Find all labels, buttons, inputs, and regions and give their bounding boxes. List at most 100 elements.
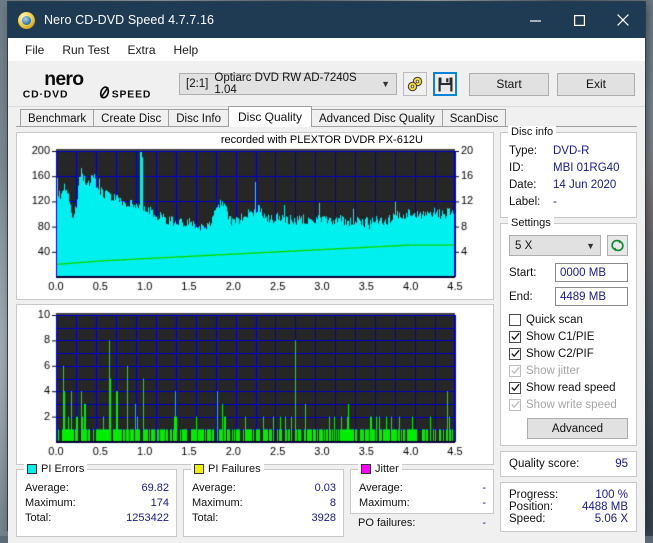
stat-label: Average: [25, 482, 69, 494]
pi-errors-swatch [27, 464, 37, 474]
speed-value: 5.06 X [594, 513, 628, 525]
checkbox-box [509, 347, 521, 360]
statistics-row: PI Errors Average: 69.82 Maximum: 174 Tota… [16, 463, 494, 537]
tab-strip: Benchmark Create Disc Disc Info Disc Qua… [8, 106, 645, 127]
chevron-down-icon: ▼ [381, 79, 390, 89]
start-input[interactable]: 0000 MB [555, 263, 628, 282]
pi-failures-legend: PI Failures [191, 463, 264, 475]
stat-value: 174 [150, 497, 169, 509]
tab-create-disc[interactable]: Create Disc [93, 109, 170, 127]
pi-errors-chart: recorded with PLEXTOR DVDR PX-612U [16, 132, 496, 300]
disc-info-legend: Disc info [508, 126, 557, 138]
stat-row: Maximum: 8 [192, 496, 336, 511]
checkbox-show-write-speed: Show write speed [509, 396, 628, 413]
minimize-button[interactable] [513, 2, 557, 38]
stat-label: Maximum: [25, 497, 76, 509]
checkbox-show-jitter: Show jitter [509, 362, 628, 379]
menu-bar: File Run Test Extra Help [8, 38, 645, 62]
stat-value: 1253422 [126, 512, 169, 524]
stat-row: Average: - [359, 481, 486, 496]
refresh-button[interactable] [607, 235, 628, 256]
disc-info-label: Type: [509, 145, 538, 157]
end-input[interactable]: 4489 MB [555, 287, 628, 306]
speed-select[interactable]: 5 X ▼ [509, 235, 601, 256]
start-button[interactable]: Start [469, 72, 549, 96]
checkbox-quick-scan[interactable]: Quick scan [509, 311, 628, 328]
stat-value: 0.03 [314, 482, 336, 494]
disc-info-value: - [553, 196, 557, 208]
progress-row: Progress: 100 % [509, 489, 628, 501]
checkbox-label: Show write speed [526, 398, 617, 411]
tab-disc-info[interactable]: Disc Info [168, 109, 229, 127]
save-icon-button[interactable] [433, 72, 457, 96]
pi-errors-legend-label: PI Errors [41, 463, 85, 475]
start-label: Start: [509, 266, 537, 279]
checkbox-label: Quick scan [526, 313, 583, 326]
disc-info-label: ID: [509, 162, 524, 174]
disc-info-row: Date: 14 Jun 2020 [509, 177, 628, 194]
stat-label: Maximum: [192, 497, 243, 509]
quality-score-row: Quality score: 95 [509, 458, 628, 470]
check-icon [510, 366, 520, 375]
checkbox-box [509, 381, 521, 394]
tab-disc-quality[interactable]: Disc Quality [228, 106, 313, 127]
progress-label: Progress: [509, 489, 559, 501]
tab-content-disc-quality: recorded with PLEXTOR DVDR PX-612U PI Er… [8, 126, 645, 543]
pi-failures-stats: PI Failures Average: 0.03 Maximum: 8 Total… [183, 463, 344, 537]
end-label: End: [509, 290, 533, 303]
stat-label: Average: [359, 482, 403, 494]
stat-row: Total: 3928 [192, 511, 336, 526]
menu-item-help[interactable]: Help [165, 41, 208, 59]
checkbox-label: Show read speed [526, 381, 616, 394]
stat-value: - [482, 497, 486, 509]
disc-tools-icon-button[interactable] [403, 72, 427, 96]
pi-errors-legend: PI Errors [24, 463, 88, 475]
svg-text:SPEED: SPEED [112, 89, 152, 100]
advanced-button[interactable]: Advanced [527, 418, 628, 439]
stat-row: Total: 1253422 [25, 511, 169, 526]
menu-item-run-test[interactable]: Run Test [53, 41, 118, 59]
tab-scandisc[interactable]: ScanDisc [441, 109, 507, 127]
disc-tools-icon [407, 76, 423, 92]
checkbox-label: Show jitter [526, 364, 580, 377]
stat-label: Total: [192, 512, 219, 524]
title-bar: Nero CD-DVD Speed 4.7.7.16 [8, 2, 645, 38]
end-field-row: End: 4489 MB [509, 287, 628, 306]
close-button[interactable] [601, 2, 645, 38]
tab-benchmark[interactable]: Benchmark [20, 109, 95, 127]
maximize-button[interactable] [557, 2, 601, 38]
checkbox-show-read-speed[interactable]: Show read speed [509, 379, 628, 396]
chevron-down-icon: ▼ [586, 240, 595, 251]
settings-legend: Settings [508, 217, 554, 229]
app-window: Nero CD-DVD Speed 4.7.7.16 File Run Test… [8, 2, 645, 543]
window-title: Nero CD-DVD Speed 4.7.7.16 [44, 13, 215, 27]
svg-text:nero: nero [44, 68, 84, 90]
quality-score-label: Quality score: [509, 458, 580, 470]
exit-button[interactable]: Exit [557, 72, 635, 96]
speed-value: 5 X [515, 239, 533, 252]
checkbox-box [509, 398, 521, 411]
disc-info-label: Label: [509, 196, 541, 208]
checkbox-show-c2-pif[interactable]: Show C2/PIF [509, 345, 628, 362]
stat-value: 69.82 [141, 482, 169, 494]
check-icon [510, 400, 520, 409]
drive-select[interactable]: [2:1] Optiarc DVD RW AD-7240S 1.04 ▼ [179, 72, 397, 96]
tab-advanced-disc-quality[interactable]: Advanced Disc Quality [311, 109, 443, 127]
disc-info-value: MBI 01RG40 [553, 162, 620, 174]
disc-info-panel: Disc info Type: DVD-R ID: MBI 01RG40 Date:… [500, 126, 637, 218]
stat-label: Maximum: [359, 497, 410, 509]
po-failures-value: - [482, 517, 486, 529]
drive-name: Optiarc DVD RW AD-7240S 1.04 [214, 72, 357, 96]
check-icon [510, 383, 520, 392]
menu-item-extra[interactable]: Extra [118, 41, 164, 59]
position-value: 4488 MB [581, 501, 628, 513]
stat-value: - [482, 482, 486, 494]
check-icon [510, 332, 520, 341]
charts-column: recorded with PLEXTOR DVDR PX-612U PI Er… [16, 132, 496, 537]
position-label: Position: [509, 501, 554, 513]
checkbox-show-c1-pie[interactable]: Show C1/PIE [509, 328, 628, 345]
menu-item-file[interactable]: File [16, 41, 53, 59]
checkbox-box [509, 364, 521, 377]
pi-failures-legend-label: PI Failures [208, 463, 261, 475]
po-failures-row: PO failures: - [350, 516, 494, 531]
